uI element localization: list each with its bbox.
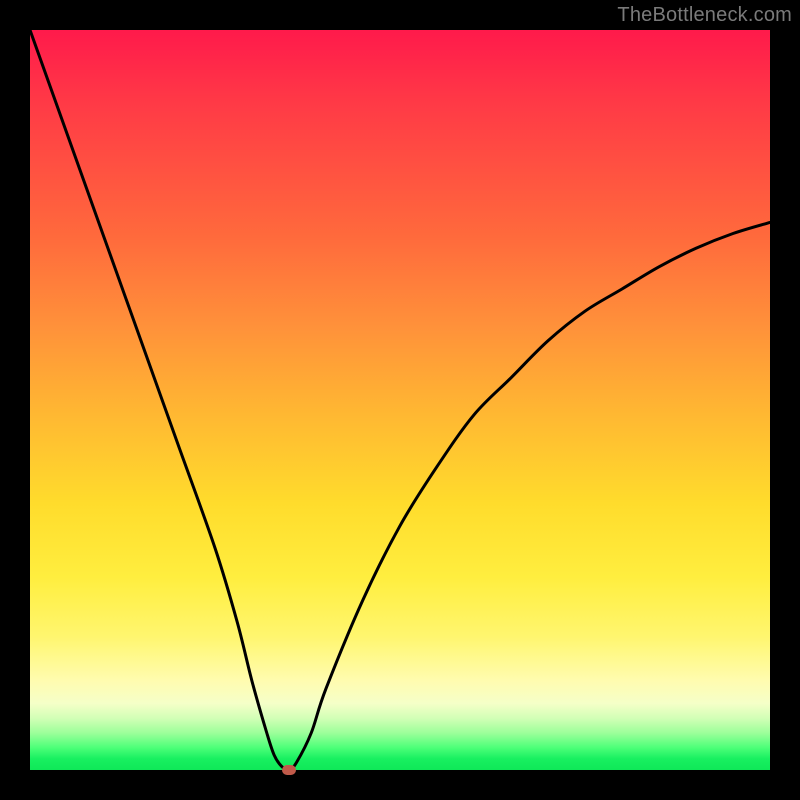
chart-frame: TheBottleneck.com: [0, 0, 800, 800]
bottleneck-curve: [30, 30, 770, 770]
plot-area: [30, 30, 770, 770]
curve-svg: [30, 30, 770, 770]
minimum-marker: [282, 765, 296, 775]
watermark-text: TheBottleneck.com: [617, 4, 792, 27]
